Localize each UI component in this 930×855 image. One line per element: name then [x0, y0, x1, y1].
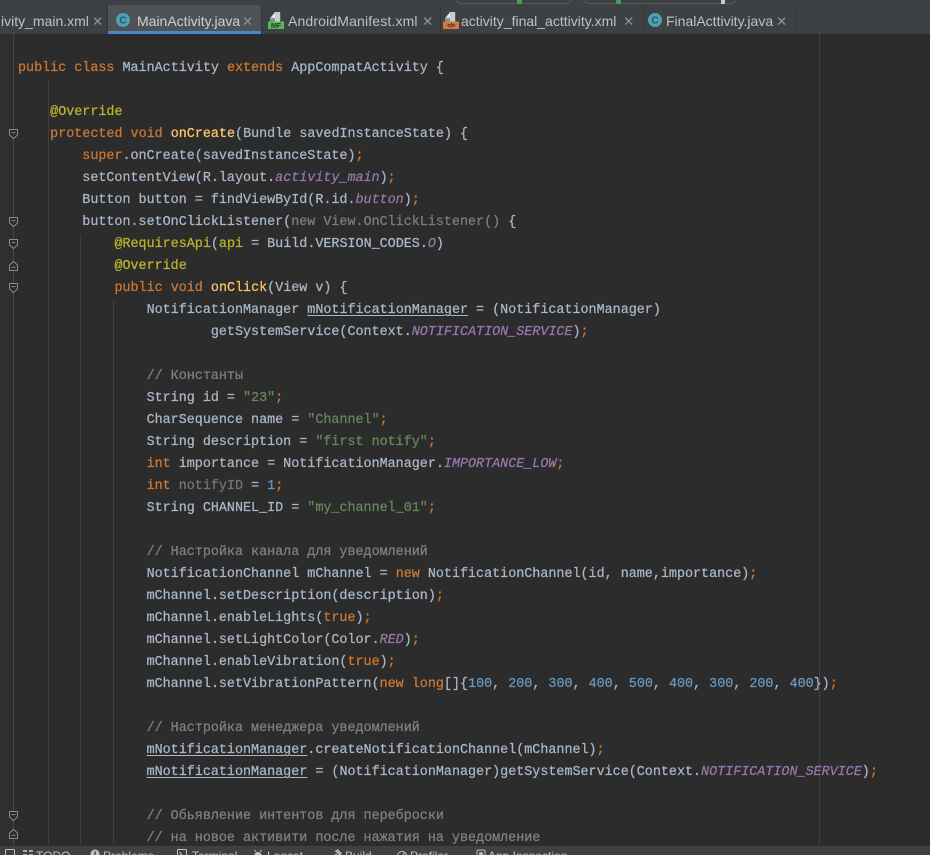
svg-text:C: C — [651, 16, 658, 27]
svg-text:MF: MF — [271, 23, 282, 29]
svg-text:C: C — [119, 16, 126, 27]
svg-text:</>: </> — [447, 23, 456, 29]
